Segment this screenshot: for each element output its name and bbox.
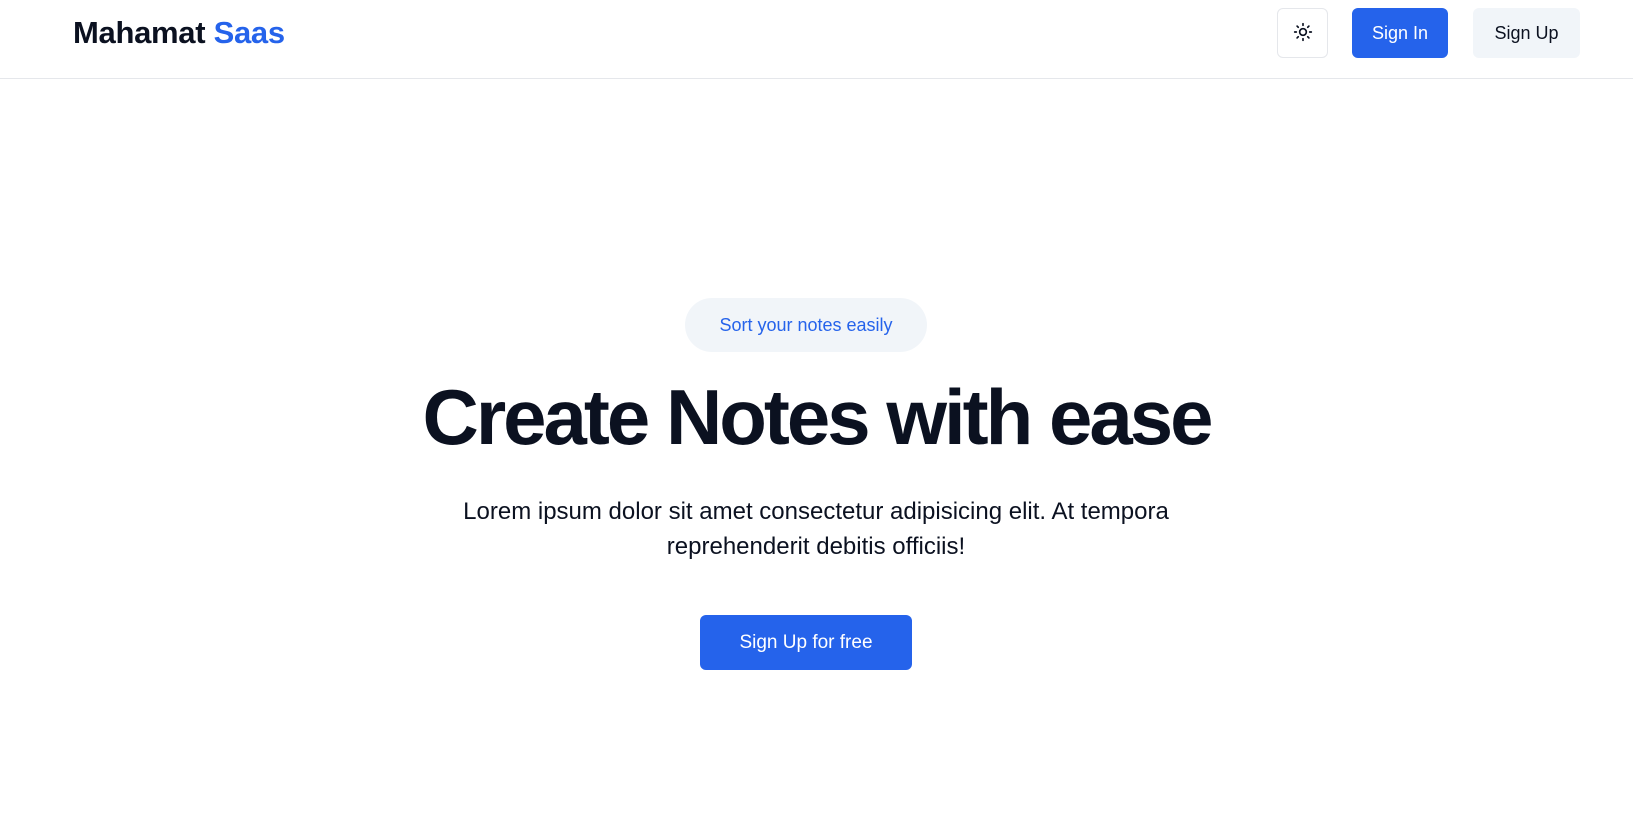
sign-in-button[interactable]: Sign In — [1352, 8, 1448, 58]
navbar: Mahamat Saas Sign In Sign Up — [0, 0, 1633, 79]
hero-title: Create Notes with ease — [422, 373, 1213, 461]
hero-badge: Sort your notes easily — [685, 298, 927, 352]
sign-up-button[interactable]: Sign Up — [1473, 8, 1580, 58]
sun-icon — [1293, 22, 1313, 45]
brand-name: Mahamat — [73, 15, 206, 50]
brand-accent: Saas — [213, 15, 286, 50]
brand-logo[interactable]: Mahamat Saas — [73, 14, 285, 52]
theme-toggle-button[interactable] — [1277, 8, 1328, 58]
hero-description: Lorem ipsum dolor sit amet consectetur a… — [463, 498, 1169, 560]
hero-section: Sort your notes easily Create Notes with… — [0, 79, 1633, 822]
sign-up-free-button[interactable]: Sign Up for free — [700, 615, 912, 670]
